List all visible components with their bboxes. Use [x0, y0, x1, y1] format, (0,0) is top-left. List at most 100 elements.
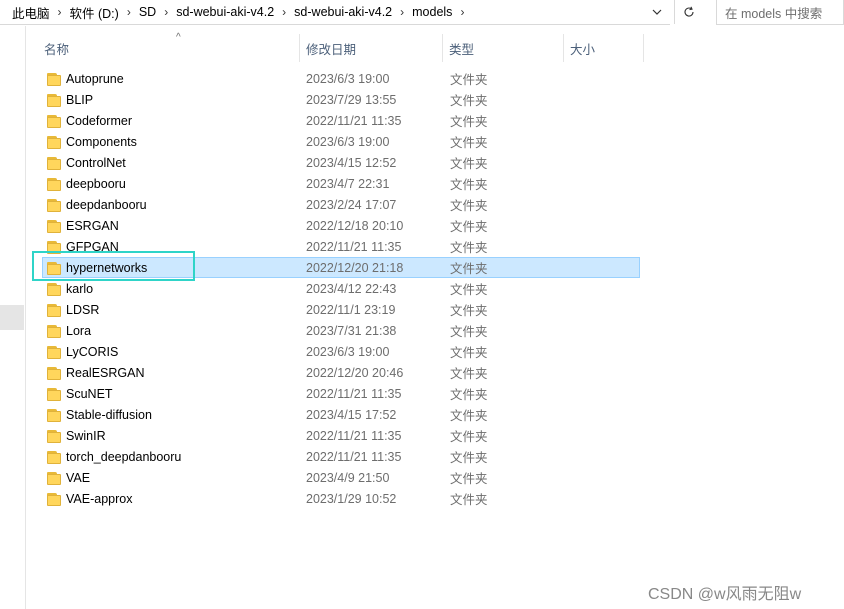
file-type: 文件夹	[450, 451, 488, 465]
file-row[interactable]: Autoprune 2023/6/3 19:00 文件夹	[26, 68, 646, 89]
file-type: 文件夹	[450, 388, 488, 402]
address-bar-row: 此电脑 › 软件 (D:) › SD › sd-webui-aki-v4.2 ›…	[0, 0, 844, 26]
file-row[interactable]: Components 2023/6/3 19:00 文件夹	[26, 131, 646, 152]
file-type: 文件夹	[450, 178, 488, 192]
watermark: CSDN @w风雨无阻w	[648, 586, 802, 603]
breadcrumb-item-models[interactable]: models	[408, 5, 456, 19]
file-name: VAE	[66, 470, 91, 485]
file-date: 2023/6/3 19:00	[306, 71, 390, 86]
file-row[interactable]: BLIP 2023/7/29 13:55 文件夹	[26, 89, 646, 110]
file-type: 文件夹	[450, 367, 488, 381]
chevron-right-icon[interactable]: ›	[278, 5, 290, 19]
file-name: Stable-diffusion	[66, 407, 152, 422]
column-header-size[interactable]: 大小	[564, 34, 644, 62]
file-type: 文件夹	[450, 304, 488, 318]
chevron-right-icon[interactable]: ›	[456, 5, 468, 19]
file-type: 文件夹	[450, 472, 488, 486]
refresh-icon	[684, 6, 694, 17]
file-name: BLIP	[66, 92, 94, 107]
file-date: 2023/2/24 17:07	[306, 197, 397, 212]
file-row[interactable]: SwinIR 2022/11/21 11:35 文件夹	[26, 425, 646, 446]
file-name: RealESRGAN	[66, 365, 145, 380]
file-type: 文件夹	[450, 94, 488, 108]
file-date: 2022/12/20 21:18	[306, 260, 404, 275]
file-name: Lora	[66, 323, 92, 338]
file-date: 2022/11/21 11:35	[306, 449, 402, 464]
column-header-type[interactable]: 类型	[443, 34, 564, 62]
file-row[interactable]: LyCORIS 2023/6/3 19:00 文件夹	[26, 341, 646, 362]
file-list: Autoprune 2023/6/3 19:00 文件夹 BLIP 2023/7/29 …	[26, 68, 646, 509]
folder-icon	[47, 362, 63, 383]
column-header-name[interactable]: 名称 ^	[38, 32, 300, 62]
file-type: 文件夹	[450, 73, 488, 87]
file-name: VAE-approx	[66, 491, 133, 506]
file-row[interactable]: Codeformer 2022/11/21 11:35 文件夹	[26, 110, 646, 131]
file-row[interactable]: Stable-diffusion 2023/4/15 17:52 文件夹	[26, 404, 646, 425]
file-type: 文件夹	[450, 430, 488, 444]
annotation-highlight-box	[32, 251, 195, 281]
folder-icon	[47, 404, 63, 425]
file-name: ControlNet	[66, 155, 126, 170]
folder-icon	[47, 194, 63, 215]
chevron-right-icon[interactable]: ›	[160, 5, 172, 19]
file-type: 文件夹	[450, 157, 488, 171]
file-type: 文件夹	[450, 115, 488, 129]
file-date: 2022/12/20 20:46	[306, 365, 404, 380]
file-row[interactable]: ESRGAN 2022/12/18 20:10 文件夹	[26, 215, 646, 236]
file-row[interactable]: LDSR 2022/11/1 23:19 文件夹	[26, 299, 646, 320]
file-date: 2023/4/12 22:43	[306, 281, 397, 296]
file-date: 2023/6/3 19:00	[306, 344, 390, 359]
file-name: karlo	[66, 281, 94, 296]
file-type: 文件夹	[450, 346, 488, 360]
search-input[interactable]: 在 models 中搜索	[716, 0, 844, 25]
refresh-button[interactable]	[674, 0, 703, 24]
file-name: Codeformer	[66, 113, 132, 128]
file-date: 2022/11/21 11:35	[306, 386, 402, 401]
file-row[interactable]: deepdanbooru 2023/2/24 17:07 文件夹	[26, 194, 646, 215]
address-history-dropdown[interactable]	[648, 3, 666, 21]
file-row[interactable]: torch_deepdanbooru 2022/11/21 11:35 文件夹	[26, 446, 646, 467]
file-name: torch_deepdanbooru	[66, 449, 182, 464]
folder-icon	[47, 446, 63, 467]
file-row[interactable]: ScuNET 2022/11/21 11:35 文件夹	[26, 383, 646, 404]
folder-icon	[47, 467, 63, 488]
file-date: 2022/11/21 11:35	[306, 113, 402, 128]
column-header-date[interactable]: 修改日期	[300, 34, 443, 62]
file-row[interactable]: Lora 2023/7/31 21:38 文件夹	[26, 320, 646, 341]
breadcrumb-item-webui-2[interactable]: sd-webui-aki-v4.2	[290, 5, 396, 19]
file-row[interactable]: VAE-approx 2023/1/29 10:52 文件夹	[26, 488, 646, 509]
breadcrumb-item-this-pc[interactable]: 此电脑	[0, 3, 54, 22]
file-row[interactable]: RealESRGAN 2022/12/20 20:46 文件夹	[26, 362, 646, 383]
file-type: 文件夹	[450, 493, 488, 507]
navigation-pane-selected-item[interactable]	[0, 305, 24, 330]
chevron-right-icon[interactable]: ›	[123, 5, 135, 19]
chevron-right-icon[interactable]: ›	[396, 5, 408, 19]
file-date: 2022/11/21 11:35	[306, 239, 402, 254]
folder-icon	[47, 278, 63, 299]
column-header-row: 名称 ^ 修改日期 类型 大小	[26, 32, 646, 62]
file-name: ESRGAN	[66, 218, 119, 233]
file-name: Autoprune	[66, 71, 124, 86]
address-bar[interactable]: 此电脑 › 软件 (D:) › SD › sd-webui-aki-v4.2 ›…	[0, 0, 670, 25]
breadcrumb: 此电脑 › 软件 (D:) › SD › sd-webui-aki-v4.2 ›…	[0, 0, 468, 24]
file-date: 2023/4/9 21:50	[306, 470, 390, 485]
breadcrumb-item-webui-1[interactable]: sd-webui-aki-v4.2	[172, 5, 278, 19]
breadcrumb-item-sd[interactable]: SD	[135, 5, 160, 19]
file-name: SwinIR	[66, 428, 106, 443]
file-name: deepdanbooru	[66, 197, 147, 212]
file-date: 2023/4/15 12:52	[306, 155, 397, 170]
file-row[interactable]: deepbooru 2023/4/7 22:31 文件夹	[26, 173, 646, 194]
folder-icon	[47, 89, 63, 110]
file-row[interactable]: ControlNet 2023/4/15 12:52 文件夹	[26, 152, 646, 173]
folder-icon	[47, 68, 63, 89]
file-type: 文件夹	[450, 283, 488, 297]
file-row[interactable]: karlo 2023/4/12 22:43 文件夹	[26, 278, 646, 299]
file-row[interactable]: VAE 2023/4/9 21:50 文件夹	[26, 467, 646, 488]
sort-ascending-icon: ^	[176, 32, 181, 43]
file-date: 2023/6/3 19:00	[306, 134, 390, 149]
breadcrumb-item-drive-d[interactable]: 软件 (D:)	[66, 3, 123, 22]
chevron-right-icon[interactable]: ›	[54, 5, 66, 19]
folder-icon	[47, 383, 63, 404]
file-name: ScuNET	[66, 386, 113, 401]
file-type: 文件夹	[450, 325, 488, 339]
